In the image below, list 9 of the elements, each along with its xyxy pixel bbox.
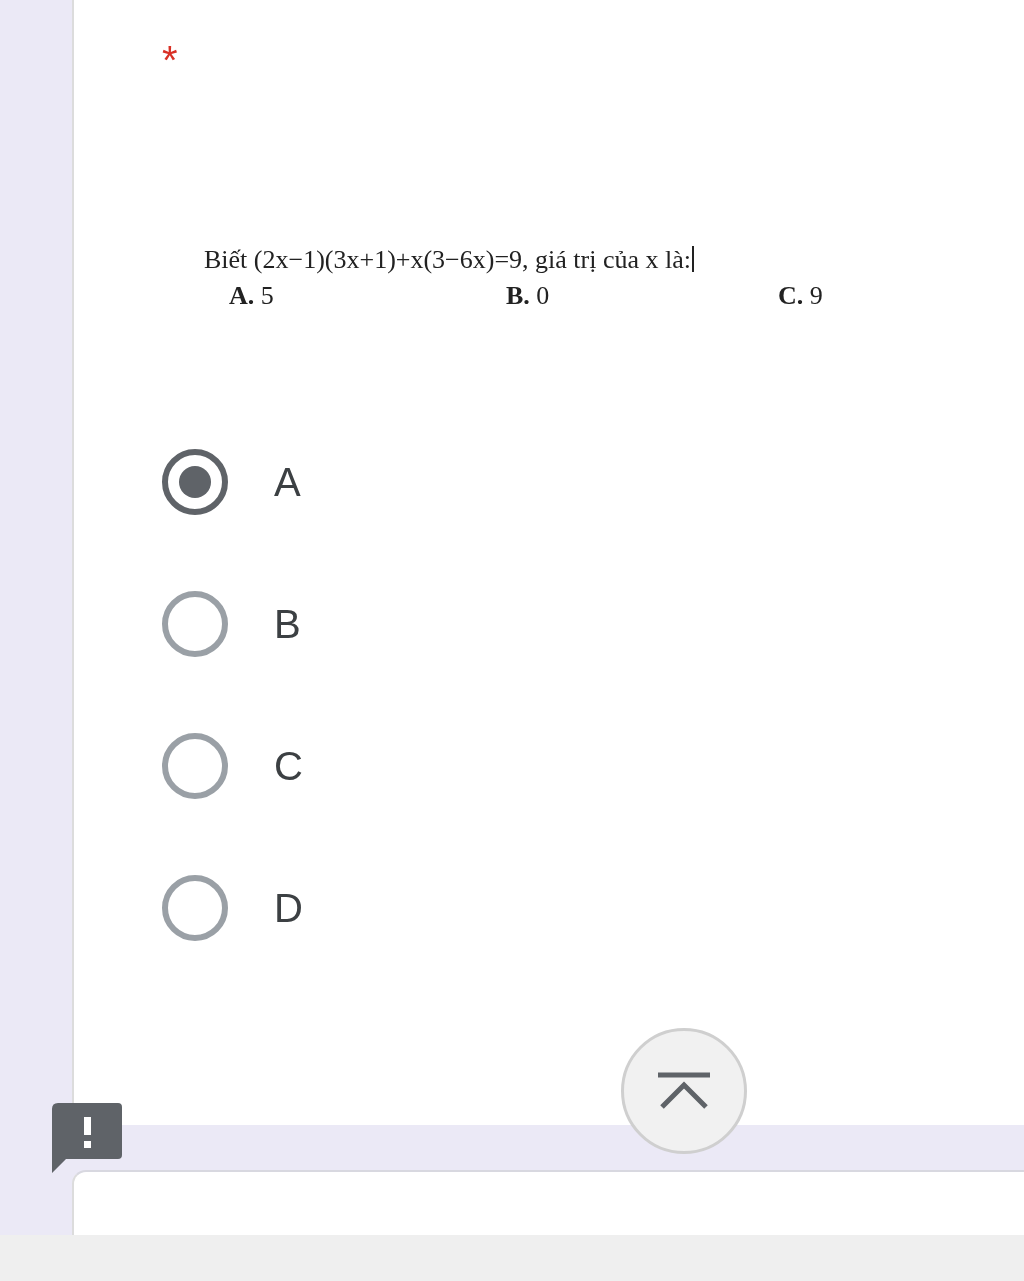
answer-choice: C. 9: [778, 281, 824, 311]
option-label[interactable]: D: [274, 885, 303, 931]
answer-choice: B. 0: [506, 281, 551, 311]
required-asterisk: *: [162, 40, 178, 80]
question-text: Biết (2x−1)(3x+1)+x(3−6x)=9, giá trị của x là:: [204, 245, 692, 275]
option-label[interactable]: B: [274, 601, 301, 647]
answer-choice: A. 5: [229, 281, 275, 311]
option-label[interactable]: C: [274, 743, 303, 789]
option-label[interactable]: A: [274, 459, 301, 505]
